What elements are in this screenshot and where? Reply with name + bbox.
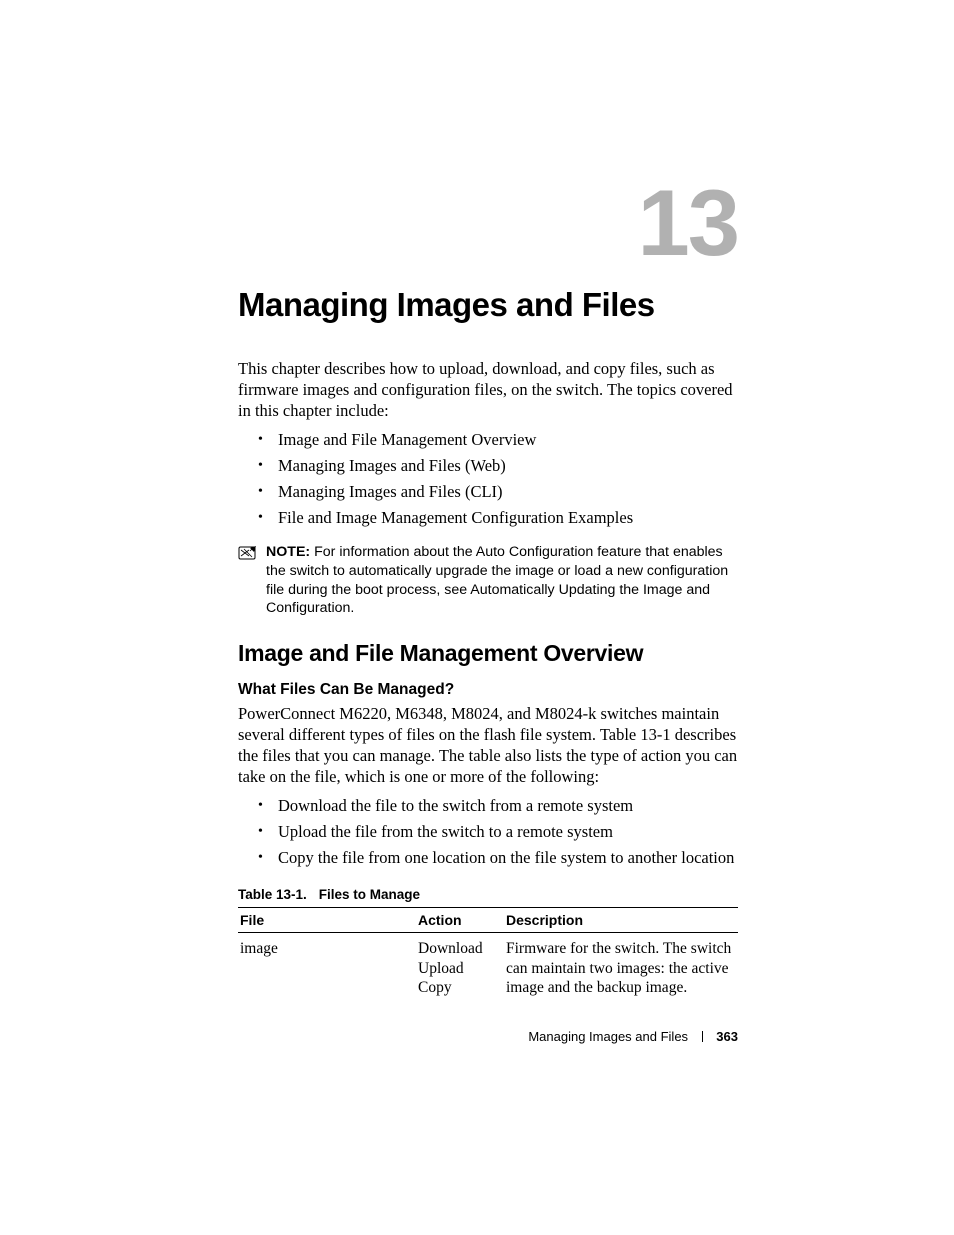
chapter-number: 13 — [637, 176, 738, 270]
actions-list: Download the file to the switch from a r… — [238, 795, 738, 869]
content-area: Managing Images and Files This chapter d… — [238, 286, 738, 1001]
chapter-title: Managing Images and Files — [238, 286, 738, 324]
list-item: Copy the file from one location on the f… — [238, 847, 738, 869]
cell-description: Firmware for the switch. The switch can … — [504, 933, 738, 1002]
intro-paragraph: This chapter describes how to upload, do… — [238, 358, 738, 421]
page: 13 Managing Images and Files This chapte… — [0, 0, 954, 1235]
footer-separator — [702, 1031, 703, 1042]
section-heading: Image and File Management Overview — [238, 640, 738, 667]
subsection-heading: What Files Can Be Managed? — [238, 681, 738, 699]
col-header-action: Action — [416, 908, 504, 933]
note-icon — [238, 545, 258, 561]
table-caption-title: Files to Manage — [319, 887, 420, 902]
topics-list: Image and File Management Overview Manag… — [238, 429, 738, 529]
page-number: 363 — [716, 1029, 738, 1044]
table-header-row: File Action Description — [238, 908, 738, 933]
table-row: image Download Upload Copy Firmware for … — [238, 933, 738, 1002]
page-footer: Managing Images and Files 363 — [528, 1029, 738, 1044]
note-label: NOTE: — [266, 544, 310, 560]
list-item: File and Image Management Configuration … — [238, 507, 738, 529]
list-item: Managing Images and Files (Web) — [238, 455, 738, 477]
col-header-file: File — [238, 908, 416, 933]
col-header-description: Description — [504, 908, 738, 933]
list-item: Download the file to the switch from a r… — [238, 795, 738, 817]
overview-paragraph: PowerConnect M6220, M6348, M8024, and M8… — [238, 703, 738, 787]
table-caption: Table 13-1. Files to Manage — [238, 887, 738, 902]
list-item: Managing Images and Files (CLI) — [238, 481, 738, 503]
note-body: For information about the Auto Configura… — [266, 544, 728, 616]
note-block: NOTE: For information about the Auto Con… — [238, 543, 738, 618]
list-item: Upload the file from the switch to a rem… — [238, 821, 738, 843]
table-caption-label: Table 13-1. — [238, 887, 307, 902]
cell-action: Download Upload Copy — [416, 933, 504, 1002]
files-table: File Action Description image Download U… — [238, 907, 738, 1001]
cell-file: image — [238, 933, 416, 1002]
list-item: Image and File Management Overview — [238, 429, 738, 451]
footer-title: Managing Images and Files — [528, 1029, 688, 1044]
note-text: NOTE: For information about the Auto Con… — [266, 543, 738, 618]
